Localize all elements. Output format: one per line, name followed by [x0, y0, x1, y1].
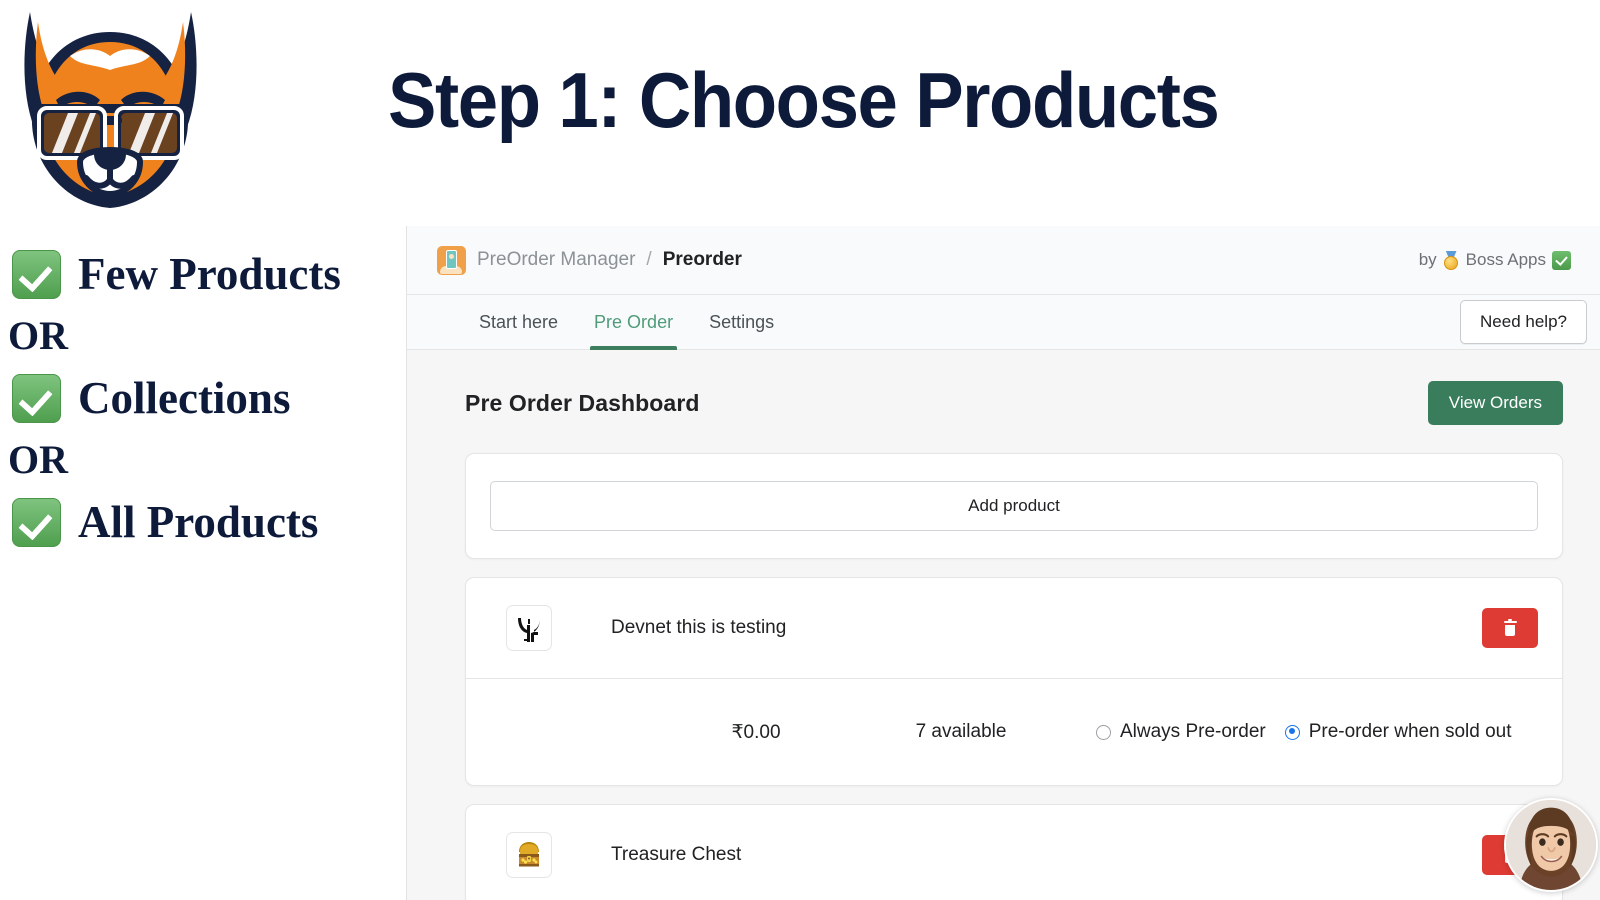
checklist-item-label: All Products: [78, 497, 319, 547]
checklist-item-collections: Collections: [0, 367, 400, 429]
checklist-item-label: Few Products: [78, 249, 341, 299]
app-window: PreOrder Manager / Preorder by Boss Apps…: [406, 226, 1600, 900]
product-name: Devnet this is testing: [611, 617, 787, 638]
checklist-or-1: OR: [8, 313, 68, 358]
product-card: Treasure Chest: [465, 804, 1563, 900]
product-price: ₹0.00: [731, 721, 781, 743]
fox-with-sunglasses-logo: [8, 4, 213, 216]
green-check-icon: [12, 497, 61, 547]
byline-vendor: Boss Apps: [1465, 250, 1546, 269]
delete-product-button[interactable]: [1482, 608, 1538, 648]
add-product-button[interactable]: Add product: [490, 481, 1538, 531]
page-title: Pre Order Dashboard: [465, 389, 700, 416]
radio-label: Pre-order when sold out: [1308, 721, 1512, 742]
bull-horns-logo: [506, 605, 552, 651]
radio-preorder-when-sold-out[interactable]: Pre-order when sold out: [1284, 721, 1512, 743]
radio-button-icon[interactable]: [1096, 724, 1111, 740]
medal-icon: [1443, 250, 1460, 270]
breadcrumb-separator: /: [646, 249, 652, 270]
checklist: Few Products OR Collections OR All Produ…: [0, 243, 400, 553]
tab-bar: Start here Pre Order Settings Need help?: [407, 295, 1600, 350]
treasure-chest-icon: [506, 832, 552, 878]
slide-title: Step 1: Choose Products: [388, 56, 1220, 144]
product-availability: 7 available: [915, 721, 1007, 742]
breadcrumb-current: Preorder: [662, 249, 742, 270]
dashboard-header: Pre Order Dashboard View Orders: [465, 381, 1563, 425]
trash-icon: [1503, 618, 1517, 636]
tab-settings[interactable]: Settings: [691, 295, 792, 350]
product-name: Treasure Chest: [611, 844, 742, 865]
byline-prefix: by: [1418, 250, 1437, 269]
presenter-webcam-bubble: [1504, 798, 1598, 892]
preorder-mode-radio-group: Always Pre-order Pre-order when sold out: [1096, 721, 1512, 743]
radio-button-icon[interactable]: [1284, 724, 1300, 740]
radio-always-preorder[interactable]: Always Pre-order: [1096, 721, 1266, 743]
product-row: Treasure Chest: [466, 805, 1562, 900]
product-detail-row: ₹0.00 7 available Always Pre-order Pre-o…: [466, 678, 1562, 785]
tab-pre-order[interactable]: Pre Order: [576, 295, 691, 350]
tab-start-here[interactable]: Start here: [461, 295, 576, 350]
product-card: Devnet this is testing ₹0.00 7 available…: [465, 577, 1563, 786]
preorder-app-icon: [437, 245, 466, 275]
checklist-item-few-products: Few Products: [0, 243, 400, 305]
checklist-item-all-products: All Products: [0, 491, 400, 553]
product-row: Devnet this is testing: [466, 578, 1562, 678]
green-check-icon: [12, 373, 61, 423]
green-check-icon: [1552, 250, 1571, 270]
app-topbar: PreOrder Manager / Preorder by Boss Apps: [407, 226, 1600, 295]
green-check-icon: [12, 249, 61, 299]
checklist-item-label: Collections: [78, 373, 291, 423]
breadcrumb-app-name[interactable]: PreOrder Manager: [477, 249, 635, 271]
slide-canvas: Step 1: Choose Products Few Products OR …: [0, 0, 1600, 900]
add-product-card: Add product: [465, 453, 1563, 559]
radio-label: Always Pre-order: [1120, 721, 1266, 742]
need-help-button[interactable]: Need help?: [1460, 300, 1587, 344]
app-body: Pre Order Dashboard View Orders Add prod…: [407, 350, 1600, 900]
breadcrumb: PreOrder Manager / Preorder: [437, 245, 742, 275]
view-orders-button[interactable]: View Orders: [1427, 381, 1563, 425]
checklist-or-2: OR: [8, 437, 68, 482]
vendor-byline: by Boss Apps: [1419, 250, 1571, 270]
